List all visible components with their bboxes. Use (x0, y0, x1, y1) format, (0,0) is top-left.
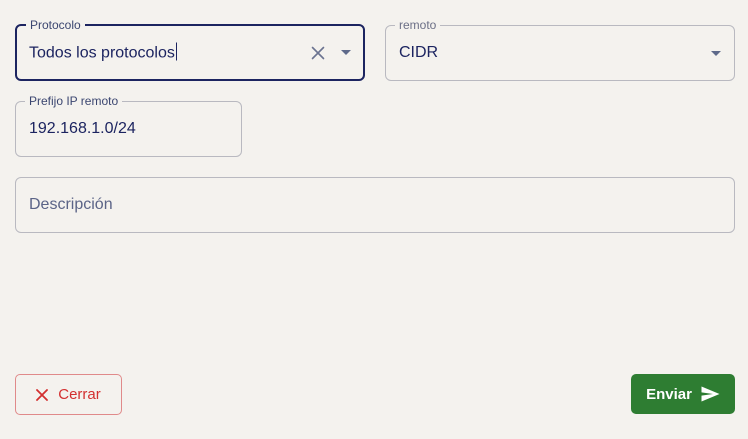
remote-ip-prefix-value: 192.168.1.0/24 (29, 120, 136, 137)
submit-button-label: Enviar (646, 385, 692, 403)
remote-value: CIDR (399, 44, 439, 61)
protocol-label: Protocolo (26, 18, 85, 32)
protocol-value: Todos los protocolos (29, 44, 175, 61)
close-button-label: Cerrar (58, 386, 101, 403)
clear-selection-button[interactable] (310, 45, 326, 61)
remote-select[interactable]: remoto CIDR (385, 18, 735, 81)
protocol-select[interactable]: Protocolo Todos los protocolos (15, 18, 365, 81)
description-placeholder: Descripción (29, 196, 113, 213)
remote-dropdown-toggle[interactable] (708, 45, 724, 61)
description-field[interactable]: Descripción (15, 177, 735, 233)
submit-button[interactable]: Enviar (631, 374, 735, 414)
remote-ip-prefix-label: Prefijo IP remoto (25, 94, 123, 108)
chevron-down-icon (711, 50, 721, 56)
send-icon (701, 386, 720, 402)
close-icon (311, 46, 325, 59)
protocol-dropdown-toggle[interactable] (338, 45, 354, 61)
remote-ip-prefix-field[interactable]: Prefijo IP remoto 192.168.1.0/24 (15, 94, 242, 157)
close-icon (36, 388, 49, 401)
chevron-down-icon (341, 50, 351, 55)
remote-label: remoto (395, 18, 441, 32)
protocol-value-wrap[interactable]: Todos los protocolos (29, 42, 177, 63)
close-button[interactable]: Cerrar (15, 374, 122, 415)
text-caret (175, 42, 177, 60)
